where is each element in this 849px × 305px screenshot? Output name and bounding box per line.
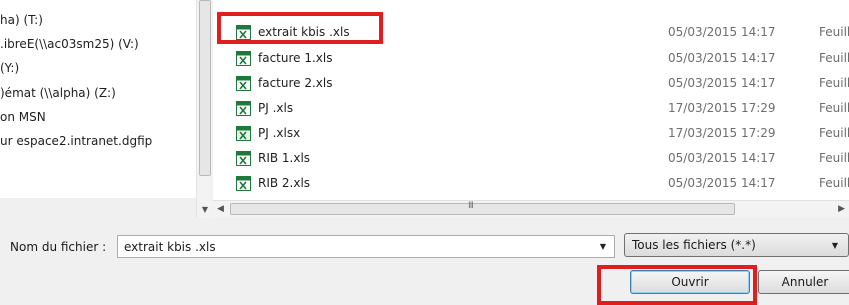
- nav-item-drive-z[interactable]: )émat (\\alpha) (Z:): [0, 86, 116, 100]
- file-row[interactable]: RIB 1.xls 05/03/2015 14:17 Feuill: [213, 148, 849, 170]
- file-list-horizontal-scrollbar[interactable]: ◀ III ▶: [213, 200, 849, 217]
- nav-vertical-scrollbar[interactable]: ▼: [196, 0, 212, 218]
- excel-file-icon: [236, 25, 251, 40]
- open-button[interactable]: Ouvrir: [630, 270, 750, 294]
- file-date: 05/03/2015 14:17: [668, 76, 776, 90]
- file-type: Feuill: [819, 76, 849, 90]
- file-type: Feuill: [819, 126, 849, 140]
- excel-file-icon: [236, 51, 251, 66]
- excel-file-icon: [236, 76, 251, 91]
- nav-item-msn[interactable]: on MSN: [0, 110, 46, 124]
- excel-file-icon: [236, 101, 251, 116]
- file-row[interactable]: facture 2.xls 05/03/2015 14:17 Feuill: [213, 73, 849, 95]
- excel-file-icon: [236, 126, 251, 141]
- file-type: Feuill: [819, 101, 849, 115]
- nav-item-drive-t[interactable]: ha) (T:): [0, 13, 43, 27]
- file-date: 17/03/2015 17:29: [668, 126, 776, 140]
- scroll-down-arrow-icon[interactable]: ▼: [197, 202, 213, 218]
- file-type-value: Tous les fichiers (*.*): [632, 238, 756, 252]
- nav-scrollbar-thumb[interactable]: [199, 0, 211, 176]
- file-name: RIB 2.xls: [258, 176, 311, 190]
- file-list: extrait kbis .xls 05/03/2015 14:17 Feuil…: [213, 0, 849, 200]
- filename-input[interactable]: extrait kbis .xls ▼: [117, 235, 615, 258]
- scrollbar-grip: III: [468, 201, 474, 211]
- scroll-right-arrow-icon[interactable]: ▶: [838, 201, 845, 217]
- file-date: 05/03/2015 14:17: [668, 51, 776, 65]
- file-name: PJ .xls: [258, 101, 294, 115]
- file-row[interactable]: facture 1.xls 05/03/2015 14:17 Feuill: [213, 48, 849, 70]
- file-name: facture 1.xls: [258, 51, 333, 65]
- file-row[interactable]: PJ .xls 17/03/2015 17:29 Feuill: [213, 98, 849, 120]
- excel-file-icon: [236, 151, 251, 166]
- chevron-down-icon: ▼: [831, 241, 838, 250]
- file-date: 17/03/2015 17:29: [668, 101, 776, 115]
- file-date: 05/03/2015 14:17: [668, 176, 776, 190]
- nav-item-drive-v[interactable]: .ibreE(\\ac03sm25) (V:): [0, 37, 139, 51]
- navigation-pane: ha) (T:) .ibreE(\\ac03sm25) (V:) (Y:) )é…: [0, 0, 196, 198]
- file-type-select[interactable]: Tous les fichiers (*.*) ▼: [624, 233, 849, 257]
- file-name: facture 2.xls: [258, 76, 333, 90]
- excel-file-icon: [236, 176, 251, 191]
- file-row[interactable]: RIB 2.xls 05/03/2015 14:17 Feuill: [213, 173, 849, 195]
- file-name: RIB 1.xls: [258, 151, 311, 165]
- nav-item-drive-y[interactable]: (Y:): [0, 61, 19, 75]
- file-date: 05/03/2015 14:17: [668, 25, 776, 39]
- file-name: PJ .xlsx: [258, 126, 301, 140]
- file-date: 05/03/2015 14:17: [668, 151, 776, 165]
- file-type: Feuill: [819, 51, 849, 65]
- file-row[interactable]: PJ .xlsx 17/03/2015 17:29 Feuill: [213, 123, 849, 145]
- cancel-button[interactable]: Annuler: [758, 270, 849, 294]
- file-row[interactable]: extrait kbis .xls 05/03/2015 14:17 Feuil…: [213, 22, 849, 44]
- filename-label: Nom du fichier :: [10, 240, 107, 254]
- scroll-left-arrow-icon[interactable]: ◀: [217, 201, 224, 217]
- nav-item-espace2[interactable]: ur espace2.intranet.dgfip: [0, 134, 152, 148]
- file-type: Feuill: [819, 151, 849, 165]
- file-name: extrait kbis .xls: [258, 25, 350, 39]
- filename-value: extrait kbis .xls: [124, 240, 216, 254]
- horizontal-scrollbar-thumb[interactable]: III: [230, 201, 735, 215]
- file-type: Feuill: [819, 25, 849, 39]
- file-type: Feuill: [819, 176, 849, 190]
- chevron-down-icon[interactable]: ▼: [600, 242, 606, 251]
